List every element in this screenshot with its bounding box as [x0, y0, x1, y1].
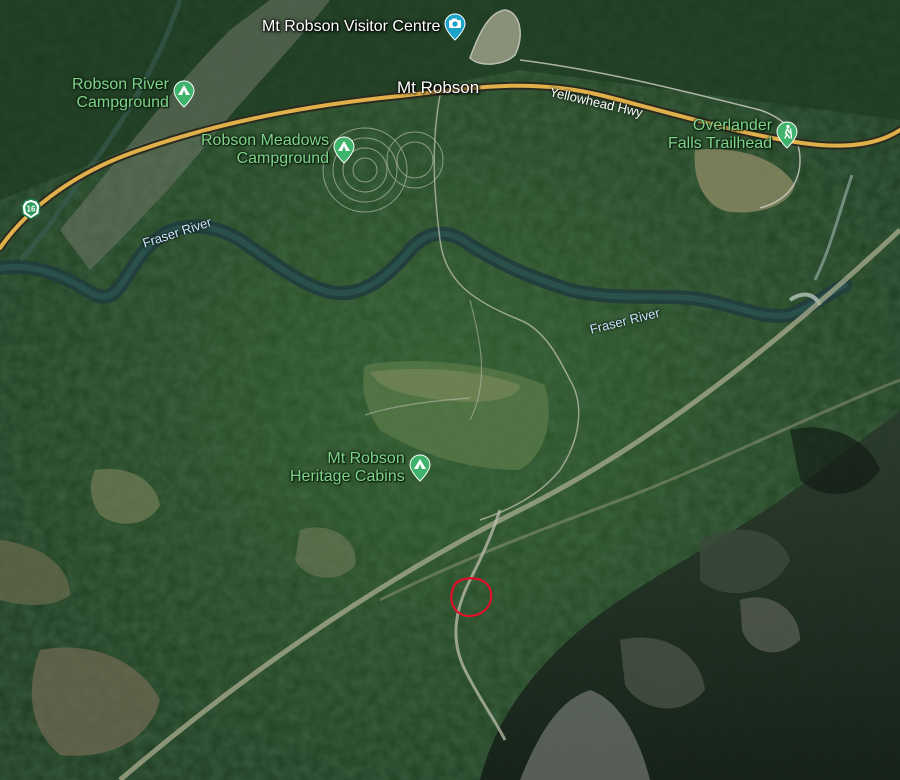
- visitor-centre-label: Mt Robson Visitor Centre: [262, 18, 441, 35]
- poi-overlander-falls-trailhead[interactable]: Overlander Falls Trailhead: [668, 117, 798, 153]
- heritage-cabins-label: Mt Robson Heritage Cabins: [290, 450, 405, 485]
- map-canvas[interactable]: 16 Mt Robson Visitor Centre Robson River…: [0, 0, 900, 780]
- robson-river-campground-label: Robson River Campground: [72, 76, 169, 111]
- campground-icon: [173, 80, 195, 108]
- poi-heritage-cabins[interactable]: Mt Robson Heritage Cabins: [290, 450, 431, 486]
- poi-robson-river-campground[interactable]: Robson River Campground: [72, 76, 195, 112]
- robson-meadows-campground-label: Robson Meadows Campground: [201, 132, 330, 167]
- campground-icon: [333, 136, 355, 164]
- svg-text:16: 16: [27, 205, 36, 214]
- poi-visitor-centre[interactable]: Mt Robson Visitor Centre: [262, 13, 466, 41]
- highway-shield-icon: 16: [21, 198, 41, 220]
- place-label-mt-robson: Mt Robson: [397, 78, 480, 97]
- camera-icon: [444, 13, 466, 41]
- hiker-icon: [776, 121, 798, 149]
- overlander-falls-trailhead-label: Overlander Falls Trailhead: [668, 117, 773, 152]
- campground-icon: [409, 454, 431, 482]
- poi-robson-meadows-campground[interactable]: Robson Meadows Campground: [201, 132, 355, 168]
